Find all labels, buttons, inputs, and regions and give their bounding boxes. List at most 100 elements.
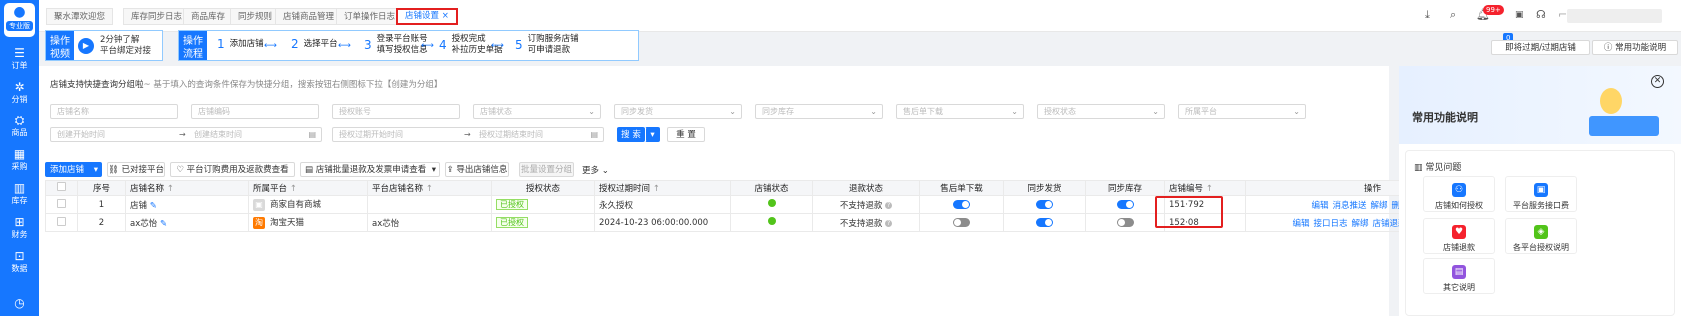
filter-1[interactable]: 店铺名称 [50,104,178,119]
search-dropdown-chevron-icon[interactable]: ▾ [645,127,660,142]
filter-6[interactable]: 同步库存 ⌄ [755,104,883,119]
auth-expire-range[interactable]: 授权过期开始时间 → 授权过期结束时间 ▤ [332,127,604,142]
batch-refund-button[interactable]: ▤ 店铺批量退款及发票申请查看 ▾ [300,162,440,177]
table-row[interactable]: 1 店铺 ✎ ▣ 商家自有商城 已授权 永久授权 不支持退款 ? 151·792 编辑 消息推送解… [45,195,1500,214]
sidebar-item-2[interactable]: ✲ 分销 [0,80,39,105]
connected-platforms-button[interactable]: ⛓ 已对接平台 [107,162,165,177]
row-action-link[interactable]: 解绑 [1370,201,1387,211]
sort-arrow-icon[interactable]: ↑ [650,184,660,194]
table-row[interactable]: 2 ax芯怡 ✎ 淘淘宝天猫 ax芯怡 已授权 2024-10-23 06:00:00.0… [45,213,1500,232]
aftersale-toggle[interactable] [953,217,970,227]
sidebar-item-4[interactable]: ▦ 采购 [0,147,39,172]
faq-card-1[interactable]: ⚇ 店铺如何授权 [1423,176,1495,212]
faq-card-3[interactable]: ♥ 店铺退款 [1423,218,1495,254]
sync-stock-toggle[interactable] [1116,217,1134,227]
tab-3[interactable]: 商品库存 [183,8,234,25]
column-header[interactable]: 店铺编号 ↑ [1164,180,1246,196]
app-logo[interactable]: ● 专业版 [4,3,35,37]
qrcode-icon[interactable]: ▣ [1515,10,1524,20]
column-header[interactable]: 授权过期时间 ↑ [594,180,731,196]
video-line1: 2分钟了解 [100,35,140,45]
column-header[interactable]: 同步库存 [1085,180,1165,196]
column-header[interactable]: 平台店铺名称 ↑ [367,180,492,196]
sort-arrow-icon[interactable]: ↑ [1203,184,1213,194]
add-shop-button[interactable]: 添加店铺 ▾ [45,162,102,177]
sidebar-nav-icon: ▥ [13,181,26,195]
calendar-icon: ▤ [590,130,598,139]
row-checkbox[interactable] [57,198,66,208]
reset-button[interactable]: 重 置 [667,127,705,142]
sidebar-item-3[interactable]: ⛭ 商品 [0,113,39,138]
column-header[interactable]: 售后单下载 [919,180,1004,196]
tab-close-icon[interactable]: × [439,11,449,21]
filter-9[interactable]: 所属平台 ⌄ [1178,104,1306,119]
sidebar-item-1[interactable]: ☰ 订单 [0,46,39,71]
select-all-checkbox[interactable] [57,182,66,191]
filter-8[interactable]: 授权状态 ⌄ [1037,104,1165,119]
headset-icon[interactable]: ☊ [1536,8,1546,21]
column-header[interactable]: 所属平台 ↑ [248,180,368,196]
filter-5[interactable]: 同步发货 ⌄ [614,104,742,119]
tab-4[interactable]: 同步规则 [230,8,281,25]
row-action-link[interactable]: 消息推送 [1332,201,1366,211]
row-number: 2 [98,217,105,228]
platform-fee-button[interactable]: ♡ 平台订购费用及返款费查看 [170,162,295,177]
tab-6[interactable]: 订单操作日志 [336,8,404,25]
sort-arrow-icon[interactable]: ↑ [164,184,174,194]
batch-group-button[interactable]: 批量设置分组 [519,162,574,177]
row-checkbox[interactable] [57,216,66,226]
column-header[interactable]: 店铺状态 [730,180,813,196]
user-menu-icon[interactable]: ⌐ [1558,8,1567,21]
step-number: 3 [364,38,372,52]
tab-1[interactable]: 聚水潭欢迎您 [46,8,114,25]
column-header[interactable]: 退款状态 [812,180,920,196]
filter-3[interactable]: 授权账号 [332,104,460,119]
row-action-link[interactable]: 接口日志 [1313,219,1347,229]
play-icon[interactable]: ▶ [78,38,94,54]
column-header[interactable]: 店铺名称 ↑ [125,180,249,196]
row-action-link[interactable]: 编辑 [1311,201,1328,211]
search-button[interactable]: 搜 索 [617,127,645,142]
operation-video-card[interactable]: 操作视频 ▶ 2分钟了解 平台绑定对接 [45,30,163,61]
sync-ship-toggle[interactable] [1036,199,1053,209]
close-icon[interactable]: ✕ [1651,75,1664,88]
flow-arrow-icon: ⟷ [491,41,504,51]
column-header[interactable]: 授权状态 [491,180,595,196]
row-action-link[interactable]: 编辑 [1292,219,1309,229]
faq-card-5[interactable]: ▤ 其它说明 [1423,258,1495,294]
sidebar-item-6[interactable]: ⊞ 财务 [0,215,39,240]
sort-arrow-icon[interactable]: ↑ [287,184,297,194]
edit-pencil-icon[interactable]: ✎ [147,201,157,211]
created-time-range[interactable]: 创建开始时间 → 创建结束时间 ▤ [50,127,322,142]
row-action-link[interactable]: 解绑 [1351,219,1368,229]
sidebar-item-7[interactable]: ⊡ 数据 [0,249,39,274]
question-icon[interactable]: ? [885,219,893,227]
search-icon[interactable]: ⌕ [1450,8,1456,22]
help-button[interactable]: ⓘ 常用功能说明 [1592,40,1678,55]
edit-pencil-icon[interactable]: ✎ [157,219,167,229]
sidebar-item-8[interactable]: ◷ [0,296,39,310]
more-actions-dropdown[interactable]: 更多 ⌄ [582,164,609,176]
step-label: 登录平台账号 [376,34,428,44]
tab-7[interactable]: 店铺设置 × [396,8,458,25]
column-header[interactable]: 序号 [77,180,126,196]
faq-card-2[interactable]: ▣ 平台服务接口费 [1505,176,1577,212]
sync-stock-toggle[interactable] [1116,199,1134,209]
faq-card-4[interactable]: ◈ 各平台授权说明 [1505,218,1577,254]
question-icon[interactable]: ? [885,201,893,209]
sync-ship-toggle[interactable] [1036,217,1053,227]
help-side-panel: ✕ 常用功能说明 ▥ 常见问题 ⚇ 店铺如何授权 ▣ 平台服务接口费 ♥ 店铺退款 ◈ 各平台… [1399,66,1681,316]
download-icon[interactable]: ⤓ [1425,8,1430,22]
expiring-shops-button[interactable]: 即将过期/过期店铺 [1491,40,1590,55]
sidebar-item-5[interactable]: ▥ 库存 [0,181,39,206]
filter-2[interactable]: 店铺编码 [191,104,319,119]
sort-arrow-icon[interactable]: ↑ [423,184,433,194]
filter-7[interactable]: 售后单下载 ⌄ [896,104,1024,119]
aftersale-toggle[interactable] [953,199,970,209]
export-shops-button[interactable]: ⇪ 导出店铺信息 [445,162,509,177]
tab-5[interactable]: 店铺商品管理 [275,8,343,25]
tab-2[interactable]: 库存同步日志 [123,8,191,25]
select-all-header[interactable] [45,180,78,196]
filter-4[interactable]: 店铺状态 ⌄ [473,104,601,119]
column-header[interactable]: 同步发货 [1003,180,1086,196]
